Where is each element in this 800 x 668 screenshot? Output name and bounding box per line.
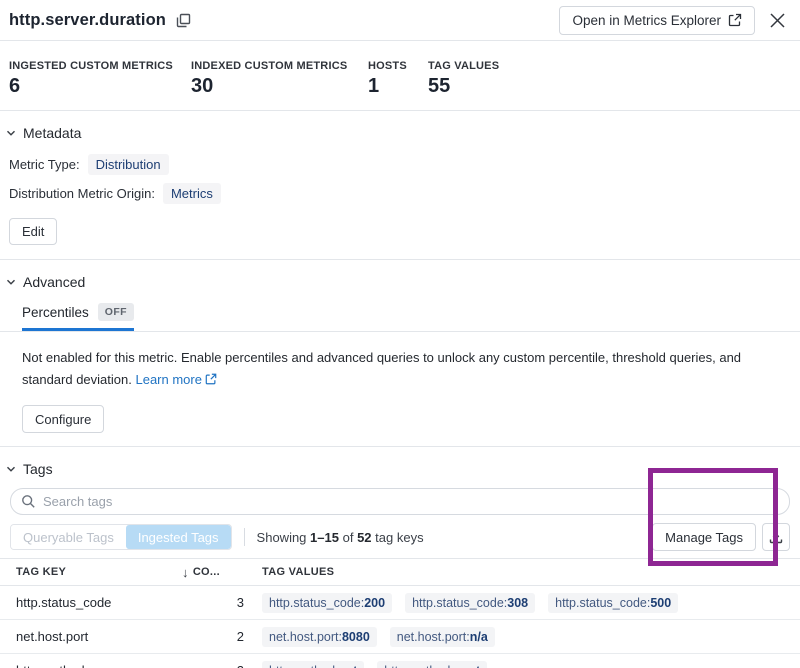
chevron-down-icon <box>5 276 17 288</box>
header-tag-key[interactable]: TAG KEY <box>0 566 182 578</box>
table-row: http.method 2 http.method:get http.metho… <box>0 654 800 668</box>
tag-key[interactable]: http.method <box>0 663 182 668</box>
tag-value-pill[interactable]: net.host.port:n/a <box>390 627 495 647</box>
search-icon <box>21 494 36 509</box>
table-row: http.status_code 3 http.status_code:200 … <box>0 586 800 620</box>
metric-type-badge: Distribution <box>88 154 169 175</box>
percentiles-description: Not enabled for this metric. Enable perc… <box>22 347 778 391</box>
edit-button[interactable]: Edit <box>9 218 57 245</box>
stat-ingested-custom-metrics: INGESTED CUSTOM METRICS 6 <box>9 60 191 110</box>
tag-search <box>10 488 790 515</box>
header-count[interactable]: ↓ CO... <box>182 565 248 580</box>
copy-icon[interactable] <box>174 11 193 30</box>
tag-value-pill[interactable]: http.method:get <box>262 661 364 668</box>
tag-value-pill[interactable]: http.status_code:308 <box>405 593 535 613</box>
sort-descending-icon: ↓ <box>182 565 189 580</box>
tag-count: 2 <box>182 629 248 644</box>
page-title: http.server.duration <box>9 11 166 30</box>
tags-section: Tags Queryable Tags Ingested Tags Showin… <box>0 461 800 668</box>
tag-key[interactable]: http.status_code <box>0 595 182 610</box>
divider <box>0 446 800 447</box>
tag-count: 2 <box>182 663 248 668</box>
chevron-down-icon <box>5 463 17 475</box>
vertical-divider <box>244 528 245 546</box>
download-button[interactable] <box>762 523 790 551</box>
tag-value-pill[interactable]: net.host.port:8080 <box>262 627 377 647</box>
tag-keys-table: TAG KEY ↓ CO... TAG VALUES http.status_c… <box>0 558 800 668</box>
showing-summary: Showing 1–15 of 52 tag keys <box>257 530 424 545</box>
tags-view-toggle: Queryable Tags Ingested Tags <box>10 524 232 550</box>
stat-indexed-custom-metrics: INDEXED CUSTOM METRICS 30 <box>191 60 368 110</box>
percentiles-off-badge: OFF <box>98 303 134 321</box>
toggle-queryable-tags[interactable]: Queryable Tags <box>11 525 126 549</box>
learn-more-link[interactable]: Learn more <box>135 372 216 387</box>
chevron-down-icon <box>5 127 17 139</box>
advanced-section-header[interactable]: Advanced <box>5 274 800 290</box>
metadata-section: Metadata Metric Type: Distribution Distr… <box>0 125 800 259</box>
search-tags-input[interactable] <box>10 488 790 515</box>
tag-count: 3 <box>182 595 248 610</box>
metric-origin-row: Distribution Metric Origin: Metrics <box>9 183 800 204</box>
metric-type-row: Metric Type: Distribution <box>9 154 800 175</box>
external-link-icon <box>728 13 742 27</box>
metadata-section-header[interactable]: Metadata <box>5 125 800 141</box>
close-icon[interactable] <box>767 10 788 31</box>
tag-value-pill[interactable]: http.status_code:500 <box>548 593 678 613</box>
table-row: net.host.port 2 net.host.port:8080 net.h… <box>0 620 800 654</box>
metric-detail-panel: http.server.duration Open in Metrics Exp… <box>0 0 800 668</box>
manage-tags-button[interactable]: Manage Tags <box>652 523 756 551</box>
header-tag-values: TAG VALUES <box>248 566 800 578</box>
metric-origin-badge: Metrics <box>163 183 221 204</box>
metric-stats-row: INGESTED CUSTOM METRICS 6 INDEXED CUSTOM… <box>0 41 800 110</box>
advanced-tabs: Percentiles OFF <box>0 303 800 332</box>
divider <box>0 259 800 260</box>
configure-button[interactable]: Configure <box>22 405 104 433</box>
external-link-icon <box>205 373 217 385</box>
table-header-row: TAG KEY ↓ CO... TAG VALUES <box>0 558 800 586</box>
stat-hosts: HOSTS 1 <box>368 60 428 110</box>
divider <box>0 110 800 111</box>
tag-value-pill[interactable]: http.method:post <box>377 661 487 668</box>
tags-section-header[interactable]: Tags <box>5 461 800 477</box>
panel-header: http.server.duration Open in Metrics Exp… <box>0 0 800 40</box>
toggle-ingested-tags[interactable]: Ingested Tags <box>126 525 231 549</box>
advanced-section: Advanced Percentiles OFF Not enabled for… <box>0 274 800 446</box>
tag-key[interactable]: net.host.port <box>0 629 182 644</box>
stat-tag-values: TAG VALUES 55 <box>428 60 499 110</box>
open-in-metrics-explorer-button[interactable]: Open in Metrics Explorer <box>559 6 755 35</box>
tag-value-pill[interactable]: http.status_code:200 <box>262 593 392 613</box>
tags-controls-row: Queryable Tags Ingested Tags Showing 1–1… <box>10 523 790 551</box>
tab-percentiles[interactable]: Percentiles OFF <box>22 303 134 331</box>
download-icon <box>769 530 783 544</box>
